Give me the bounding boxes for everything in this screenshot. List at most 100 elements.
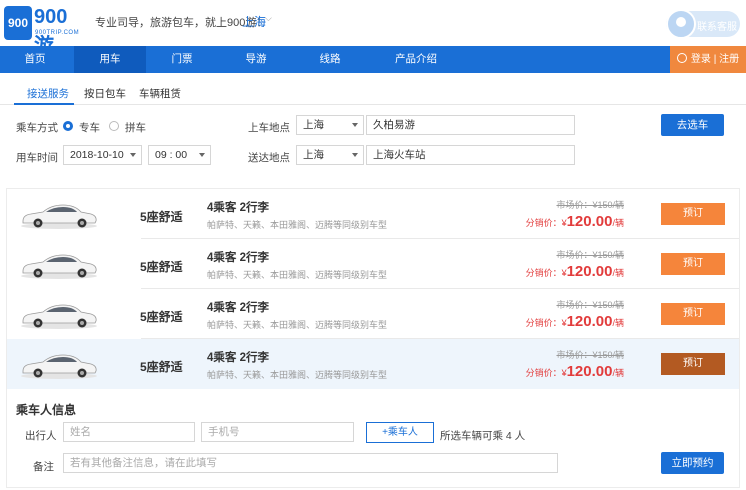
pickup-place-input[interactable]: 久柏易游: [366, 115, 575, 135]
car-capacity: 4乘客 2行李: [207, 352, 269, 364]
car-type: 5座舒适: [140, 210, 183, 224]
book-car-button[interactable]: 预订: [661, 353, 725, 375]
radio-shared-car[interactable]: [109, 121, 119, 131]
choose-car-button[interactable]: 去选车: [661, 114, 724, 136]
car-capacity: 4乘客 2行李: [207, 252, 269, 264]
nav-item-home[interactable]: 首页: [0, 46, 70, 73]
sale-price-unit: /辆: [612, 368, 624, 378]
market-price: 市场价：¥150/辆: [556, 250, 624, 260]
sale-price-amount: 120.00: [566, 313, 613, 330]
nav-item-car[interactable]: 用车: [74, 46, 146, 73]
sale-price-label: 分销价：: [525, 368, 562, 378]
car-image: [19, 351, 99, 379]
pickup-city-select[interactable]: 上海: [296, 115, 364, 135]
car-type: 5座舒适: [140, 360, 183, 374]
market-price: 市场价：¥150/辆: [556, 350, 624, 360]
book-car-button[interactable]: 预订: [661, 203, 725, 225]
car-capacity: 4乘客 2行李: [207, 302, 269, 314]
market-price: 市场价：¥150/辆: [556, 300, 624, 310]
sale-price-amount: 120.00: [566, 363, 613, 380]
sale-price-amount: 120.00: [566, 263, 613, 280]
car-image: [19, 301, 99, 329]
nav-item-products[interactable]: 产品介绍: [370, 46, 462, 73]
radio-shared-car-label[interactable]: 拼车: [125, 120, 146, 135]
pickup-place-value: 久柏易游: [373, 119, 415, 131]
add-passenger-button[interactable]: +乘车人: [366, 422, 434, 443]
caret-down-icon: [130, 153, 136, 157]
tab-car-rental[interactable]: 车辆租赁: [139, 86, 181, 101]
car-type: 5座舒适: [140, 260, 183, 274]
customer-service-label: 联系客服: [697, 22, 737, 33]
nav-item-routes[interactable]: 线路: [294, 46, 366, 73]
caret-down-icon: [199, 153, 205, 157]
site-header: 900 900游 900TRIP.COM 专业司导，旅游包车，就上900游！ 上…: [0, 0, 746, 57]
capacity-note: 所选车辆可乘 4 人: [440, 430, 526, 442]
book-car-button[interactable]: 预订: [661, 303, 725, 325]
login-register-label: 登录 | 注册: [690, 54, 740, 65]
car-models: 帕萨特、天籁、本田雅阁、迈腾等同级别车型: [207, 320, 388, 330]
dropoff-city-value: 上海: [303, 149, 324, 161]
time-label: 用车时间: [16, 152, 58, 164]
sale-price: 分销价：¥120.00/辆: [526, 263, 624, 280]
nav-item-tickets[interactable]: 门票: [146, 46, 218, 73]
remark-placeholder: 若有其他备注信息，请在此填写: [70, 457, 217, 469]
car-models: 帕萨特、天籁、本田雅阁、迈腾等同级别车型: [207, 370, 388, 380]
date-select[interactable]: 2018-10-10: [63, 145, 142, 165]
passenger-info-title: 乘车人信息: [16, 403, 77, 417]
dropoff-label: 送达地点: [248, 152, 290, 164]
sale-price: 分销价：¥120.00/辆: [526, 213, 624, 230]
ride-mode-label: 乘车方式: [16, 122, 58, 134]
phone-placeholder: 手机号: [208, 426, 240, 438]
caret-down-icon: [352, 123, 358, 127]
sale-price-label: 分销价：: [525, 318, 562, 328]
logo-domain: 900TRIP.COM: [35, 30, 80, 36]
sale-price: 分销价：¥120.00/辆: [526, 363, 624, 380]
phone-input[interactable]: 手机号: [201, 422, 354, 442]
tab-transfer[interactable]: 接送服务: [27, 86, 69, 101]
date-value: 2018-10-10: [70, 149, 124, 161]
car-image: [19, 201, 99, 229]
car-models: 帕萨特、天籁、本田雅阁、迈腾等同级别车型: [207, 270, 388, 280]
book-now-button[interactable]: 立即预约: [661, 452, 724, 474]
customer-service-button[interactable]: 联系客服: [666, 9, 740, 39]
car-type: 5座舒适: [140, 310, 183, 324]
car-models: 帕萨特、天籁、本田雅阁、迈腾等同级别车型: [207, 220, 388, 230]
logo-badge: 900: [4, 6, 32, 40]
login-register-button[interactable]: 登录 | 注册: [670, 46, 746, 73]
car-option-row[interactable]: 5座舒适 4乘客 2行李帕萨特、天籁、本田雅阁、迈腾等同级别车型 市场价：¥150/…: [7, 289, 739, 339]
time-select[interactable]: 09 : 00: [148, 145, 211, 165]
sale-price-unit: /辆: [612, 318, 624, 328]
service-subtabs: 接送服务 按日包车 车辆租赁: [0, 73, 746, 105]
dropoff-place-input[interactable]: 上海火车站: [366, 145, 575, 165]
pickup-label: 上车地点: [248, 122, 290, 134]
pickup-city-value: 上海: [303, 119, 324, 131]
dropoff-place-value: 上海火车站: [373, 149, 426, 161]
car-option-row[interactable]: 5座舒适 4乘客 2行李帕萨特、天籁、本田雅阁、迈腾等同级别车型 市场价：¥150/…: [7, 339, 739, 389]
radio-private-car-label[interactable]: 专车: [79, 120, 100, 135]
time-value: 09 : 00: [155, 149, 188, 161]
car-option-row[interactable]: 5座舒适 4乘客 2行李帕萨特、天籁、本田雅阁、迈腾等同级别车型 市场价：¥150/…: [7, 239, 739, 289]
active-tab-indicator: [14, 103, 74, 105]
remark-input[interactable]: 若有其他备注信息，请在此填写: [63, 453, 558, 473]
sale-price-unit: /辆: [612, 218, 624, 228]
radio-private-car[interactable]: [63, 121, 73, 131]
nav-item-guide[interactable]: 导游: [220, 46, 292, 73]
city-selector[interactable]: 上海: [242, 13, 266, 30]
main-nav: 首页 用车 门票 导游 线路 产品介绍: [0, 46, 746, 73]
sale-price-amount: 120.00: [566, 213, 613, 230]
chevron-down-icon[interactable]: ⌵: [265, 13, 272, 24]
traveler-label: 出行人: [25, 430, 57, 442]
caret-down-icon: [352, 153, 358, 157]
car-image: [19, 251, 99, 279]
book-car-button[interactable]: 预订: [661, 253, 725, 275]
name-placeholder: 姓名: [70, 426, 91, 438]
user-icon: [676, 53, 687, 63]
site-logo[interactable]: 900 900游 900TRIP.COM: [4, 6, 84, 57]
market-price: 市场价：¥150/辆: [556, 200, 624, 210]
name-input[interactable]: 姓名: [63, 422, 195, 442]
sale-price: 分销价：¥120.00/辆: [526, 313, 624, 330]
tab-daily-charter[interactable]: 按日包车: [84, 86, 126, 101]
agent-avatar-icon: [666, 9, 696, 39]
dropoff-city-select[interactable]: 上海: [296, 145, 364, 165]
car-option-row[interactable]: 5座舒适 4乘客 2行李 帕萨特、天籁、本田雅阁、迈腾等同级别车型 市场价：¥150/…: [7, 189, 739, 239]
